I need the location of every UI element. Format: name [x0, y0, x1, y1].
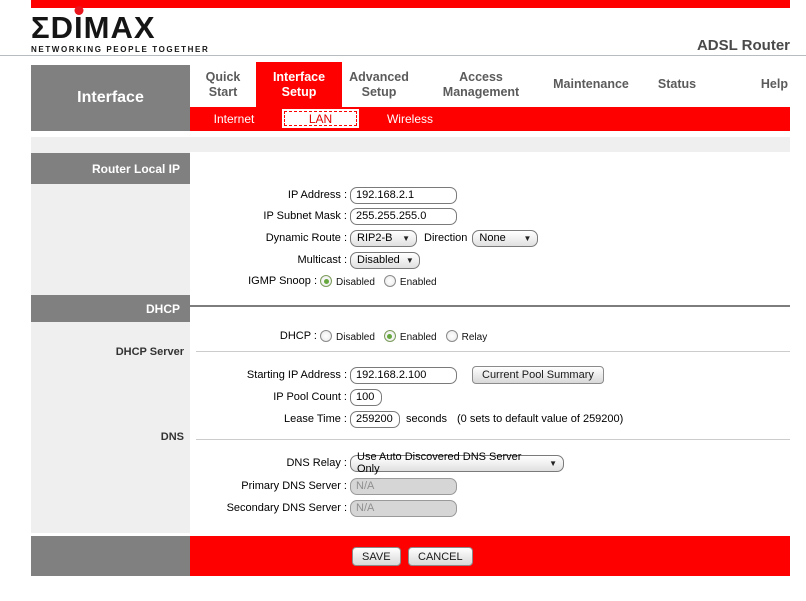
dhcp-relay-radio[interactable] — [446, 330, 458, 342]
ip-pool-count-label: IP Pool Count : — [190, 391, 350, 403]
dhcp-mode-label: DHCP : — [190, 330, 320, 342]
tab-access-management[interactable]: Access Management — [426, 62, 536, 107]
section-header-dhcp: DHCP — [31, 295, 190, 322]
tab-maintenance[interactable]: Maintenance — [536, 62, 646, 107]
multicast-label: Multicast : — [190, 254, 350, 266]
igmp-enabled-option-label: Enabled — [400, 277, 437, 288]
dhcp-relay-option-label: Relay — [462, 332, 488, 343]
edimax-logo: ΣDIMAX NETWORKING PEOPLE TOGETHER — [31, 11, 209, 54]
row-primary-dns: Primary DNS Server : — [190, 477, 800, 495]
row-dynamic-route: Dynamic Route : RIP2-B▼ Direction None▼ — [190, 229, 800, 247]
lease-time-input[interactable] — [350, 411, 400, 428]
footer-red-bar — [190, 536, 790, 576]
row-ip-address: IP Address : — [190, 186, 800, 204]
secondary-dns-label: Secondary DNS Server : — [190, 502, 350, 514]
logo-tagline: NETWORKING PEOPLE TOGETHER — [31, 45, 209, 54]
logo-red-dot-icon — [74, 6, 83, 15]
top-red-bar — [31, 0, 790, 8]
direction-label: Direction — [424, 232, 467, 244]
row-ip-pool-count: IP Pool Count : — [190, 388, 800, 406]
row-secondary-dns: Secondary DNS Server : — [190, 499, 800, 517]
side-label-dns: DNS — [31, 431, 184, 443]
lease-time-label: Lease Time : — [190, 413, 350, 425]
lease-time-unit: seconds — [406, 413, 447, 425]
tab-interface-setup[interactable]: Interface Setup — [256, 62, 342, 107]
tab-quick-start[interactable]: Quick Start — [190, 62, 256, 107]
subnav-internet[interactable]: Internet — [202, 107, 266, 131]
primary-dns-label: Primary DNS Server : — [190, 480, 350, 492]
secondary-dns-input — [350, 500, 457, 517]
logo-i: I — [74, 11, 84, 45]
igmp-snoop-label: IGMP Snoop : — [190, 275, 320, 287]
row-lease-time: Lease Time : seconds (0 sets to default … — [190, 410, 800, 428]
dns-relay-label: DNS Relay : — [190, 457, 350, 469]
adsl-router-lan-page: ΣDIMAX NETWORKING PEOPLE TOGETHER ADSL R… — [0, 0, 806, 601]
sub-nav: Internet LAN Wireless — [190, 107, 790, 131]
dns-divider — [196, 439, 790, 440]
primary-dns-input — [350, 478, 457, 495]
dynamic-route-label: Dynamic Route : — [190, 232, 350, 244]
dropdown-arrow-icon: ▼ — [402, 234, 410, 243]
dhcp-disabled-option-label: Disabled — [336, 332, 375, 343]
dhcp-divider — [190, 305, 790, 307]
side-label-dhcp-server: DHCP Server — [31, 346, 184, 358]
dropdown-arrow-icon: ▼ — [406, 256, 414, 265]
igmp-enabled-radio[interactable] — [384, 275, 396, 287]
logo-prefix: ΣD — [31, 10, 74, 45]
direction-select[interactable]: None▼ — [472, 230, 538, 247]
subnav-wireless[interactable]: Wireless — [378, 107, 442, 131]
row-igmp-snoop: IGMP Snoop : Disabled Enabled — [190, 272, 800, 290]
dropdown-arrow-icon: ▼ — [523, 234, 531, 243]
product-title: ADSL Router — [697, 37, 790, 54]
dns-relay-select[interactable]: Use Auto Discovered DNS Server Only▼ — [350, 455, 564, 472]
content-top-band — [31, 137, 790, 152]
section-header-router-local-ip: Router Local IP — [31, 153, 190, 184]
subnet-mask-label: IP Subnet Mask : — [190, 210, 350, 222]
tab-help[interactable]: Help — [704, 62, 790, 107]
subnav-lan[interactable]: LAN — [282, 109, 359, 128]
dhcp-enabled-option-label: Enabled — [400, 332, 437, 343]
subnet-mask-input[interactable] — [350, 208, 457, 225]
main-nav: Quick Start Interface Setup Advanced Set… — [190, 62, 790, 107]
row-subnet-mask: IP Subnet Mask : — [190, 207, 800, 225]
ip-address-input[interactable] — [350, 187, 457, 204]
ip-address-label: IP Address : — [190, 189, 350, 201]
tab-advanced-setup[interactable]: Advanced Setup — [342, 62, 416, 107]
dropdown-arrow-icon: ▼ — [549, 459, 557, 468]
footer-gray-block — [31, 536, 190, 576]
tab-status[interactable]: Status — [650, 62, 704, 107]
row-starting-ip: Starting IP Address : Current Pool Summa… — [190, 366, 800, 384]
dynamic-route-select[interactable]: RIP2-B▼ — [350, 230, 417, 247]
igmp-disabled-radio[interactable] — [320, 275, 332, 287]
current-pool-summary-button[interactable]: Current Pool Summary — [472, 366, 604, 384]
dhcp-server-divider — [196, 351, 790, 352]
row-dhcp-mode: DHCP : Disabled Enabled Relay — [190, 327, 800, 345]
sidebar-section-title: Interface — [31, 65, 190, 131]
multicast-select[interactable]: Disabled▼ — [350, 252, 420, 269]
dhcp-enabled-radio[interactable] — [384, 330, 396, 342]
edimax-logo-text: ΣDIMAX — [31, 11, 209, 45]
starting-ip-input[interactable] — [350, 367, 457, 384]
dhcp-disabled-radio[interactable] — [320, 330, 332, 342]
ip-pool-count-input[interactable] — [350, 389, 382, 406]
cancel-button[interactable]: CANCEL — [408, 547, 473, 566]
starting-ip-label: Starting IP Address : — [190, 369, 350, 381]
row-multicast: Multicast : Disabled▼ — [190, 251, 800, 269]
lease-time-note: (0 sets to default value of 259200) — [457, 413, 623, 425]
left-column-panel — [31, 152, 190, 533]
save-button[interactable]: SAVE — [352, 547, 401, 566]
igmp-disabled-option-label: Disabled — [336, 277, 375, 288]
logo-suffix: MAX — [84, 10, 156, 45]
row-dns-relay: DNS Relay : Use Auto Discovered DNS Serv… — [190, 454, 800, 472]
header-divider — [0, 55, 806, 56]
